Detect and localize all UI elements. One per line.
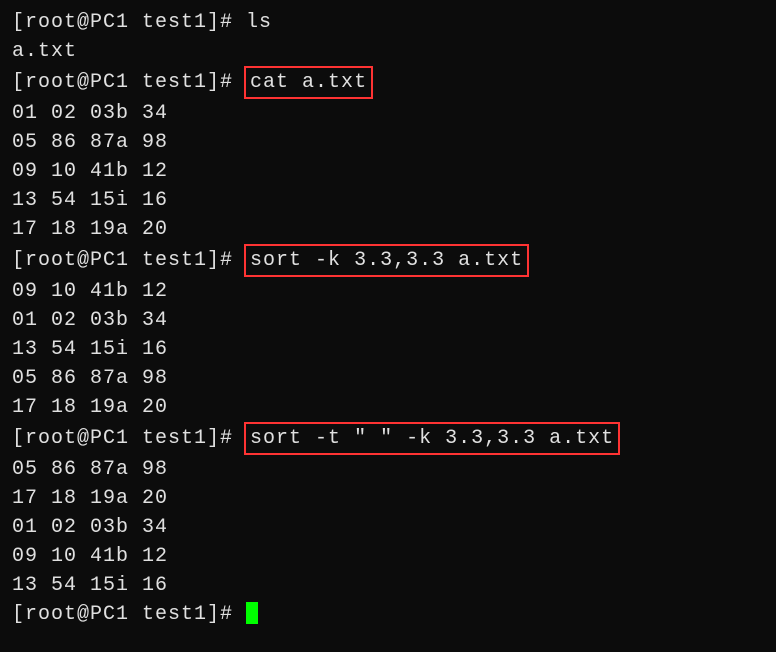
terminal-line: [root@PC1 test1]# ls bbox=[12, 8, 764, 37]
terminal-output: 01 02 03b 34 bbox=[12, 99, 764, 128]
terminal-line: [root@PC1 test1]# bbox=[12, 600, 764, 629]
terminal-line: [root@PC1 test1]# cat a.txt bbox=[12, 66, 764, 99]
terminal-output: 13 54 15i 16 bbox=[12, 571, 764, 600]
terminal-output: 05 86 87a 98 bbox=[12, 128, 764, 157]
terminal-output: 09 10 41b 12 bbox=[12, 277, 764, 306]
terminal-output: 17 18 19a 20 bbox=[12, 484, 764, 513]
terminal-screen[interactable]: [root@PC1 test1]# lsa.txt[root@PC1 test1… bbox=[12, 8, 764, 629]
terminal-output: 09 10 41b 12 bbox=[12, 542, 764, 571]
terminal-output: 13 54 15i 16 bbox=[12, 335, 764, 364]
highlighted-command: sort -t " " -k 3.3,3.3 a.txt bbox=[244, 422, 620, 455]
terminal-output: 17 18 19a 20 bbox=[12, 215, 764, 244]
shell-prompt: [root@PC1 test1]# bbox=[12, 249, 246, 272]
command-text: ls bbox=[246, 11, 272, 34]
shell-prompt: [root@PC1 test1]# bbox=[12, 71, 246, 94]
terminal-output: 05 86 87a 98 bbox=[12, 455, 764, 484]
terminal-line: [root@PC1 test1]# sort -t " " -k 3.3,3.3… bbox=[12, 422, 764, 455]
highlighted-command: sort -k 3.3,3.3 a.txt bbox=[244, 244, 529, 277]
terminal-output: 09 10 41b 12 bbox=[12, 157, 764, 186]
shell-prompt: [root@PC1 test1]# bbox=[12, 427, 246, 450]
shell-prompt: [root@PC1 test1]# bbox=[12, 603, 246, 626]
terminal-output: 05 86 87a 98 bbox=[12, 364, 764, 393]
terminal-output: 01 02 03b 34 bbox=[12, 513, 764, 542]
terminal-line: [root@PC1 test1]# sort -k 3.3,3.3 a.txt bbox=[12, 244, 764, 277]
highlighted-command: cat a.txt bbox=[244, 66, 373, 99]
terminal-cursor bbox=[246, 602, 258, 624]
shell-prompt: [root@PC1 test1]# bbox=[12, 11, 246, 34]
terminal-output: 17 18 19a 20 bbox=[12, 393, 764, 422]
terminal-output: 01 02 03b 34 bbox=[12, 306, 764, 335]
terminal-output: a.txt bbox=[12, 37, 764, 66]
terminal-output: 13 54 15i 16 bbox=[12, 186, 764, 215]
